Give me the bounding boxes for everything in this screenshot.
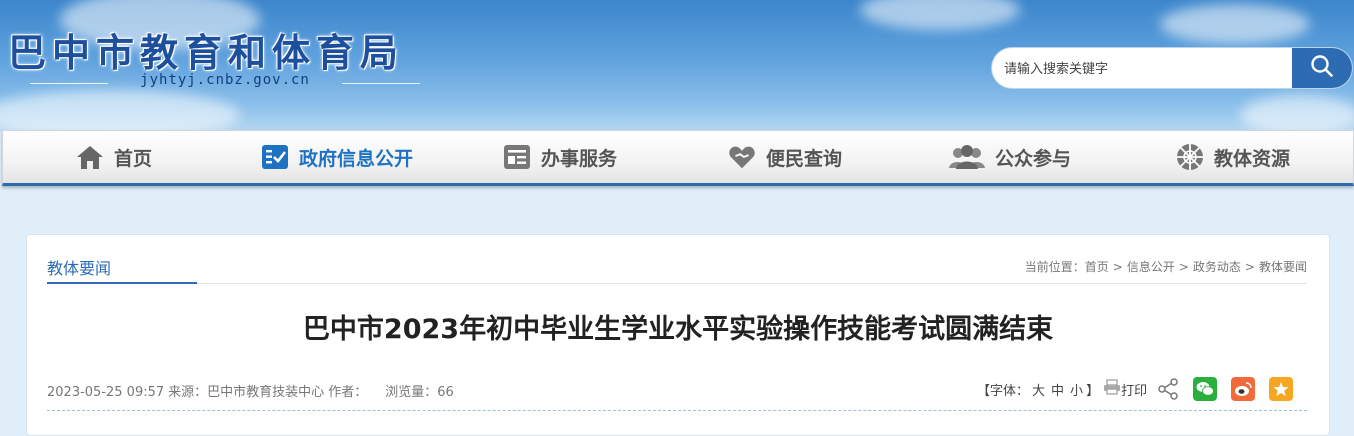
font-medium-button[interactable]: 中 [1051,380,1064,399]
breadcrumb: 当前位置：首页 > 信息公开 > 政务动态 > 教体要闻 [1025,258,1307,275]
author-label: 作者： [328,385,368,400]
font-size-label-close: 】 [1086,383,1100,399]
print-icon [1103,379,1121,399]
source-value: 巴中市教育技装中心 [207,385,325,400]
nav-item-participation[interactable]: 公众参与 [949,131,1071,183]
heart-icon [728,143,756,171]
nav-item-label: 便民查询 [766,147,843,170]
nav-item-services[interactable]: 办事服务 [503,131,617,183]
card-icon [503,143,531,171]
divider [30,83,108,84]
article-card: 教体要闻 当前位置：首页 > 信息公开 > 政务动态 > 教体要闻 巴中市2023年初中毕业… [26,234,1330,436]
search-button[interactable] [1292,48,1352,88]
nav-item-label: 政府信息公开 [299,147,414,170]
breadcrumb-item-home[interactable]: 首页 [1085,260,1109,274]
print-label: 打印 [1121,383,1148,399]
source-label: 来源： [168,385,208,400]
print-button[interactable]: 打印 [1103,379,1147,399]
article-meta: 2023-05-25 09:57 来源：巴中市教育技装中心 作者： 浏览量：66 [47,381,458,400]
divider [342,83,420,84]
breadcrumb-item-news[interactable]: 政务动态 [1193,260,1241,274]
domain-row: jyhtyj.cnbz.gov.cn [30,72,420,92]
nav-item-label: 教体资源 [1214,147,1291,170]
cloud-decoration [0,90,240,132]
section-underline [47,282,197,284]
search-icon [1310,54,1334,82]
cloud-decoration [1240,95,1354,132]
search-input[interactable] [1002,56,1266,82]
nav-item-label: 办事服务 [541,147,618,170]
font-small-button[interactable]: 小 [1070,380,1083,399]
nav-item-resources[interactable]: 教体资源 [1176,131,1290,183]
breadcrumb-prefix: 当前位置： [1024,260,1085,274]
nav-item-gov-info[interactable]: 政府信息公开 [261,131,413,183]
divider [47,283,1307,284]
font-size-label: 【字体： [977,383,1030,399]
nav-item-label: 公众参与 [995,147,1072,170]
article-title: 巴中市2023年初中毕业生学业水平实验操作技能考试圆满结束 [302,314,1054,345]
divider [47,410,1307,411]
font-large-button[interactable]: 大 [1032,380,1045,399]
ball-icon [1176,143,1204,171]
breadcrumb-item-current[interactable]: 教体要闻 [1259,260,1307,274]
section-label[interactable]: 教体要闻 [47,255,111,279]
breadcrumb-separator: > [1244,260,1255,274]
views-count: 66 [437,385,454,400]
share-icon[interactable] [1157,378,1179,400]
site-title[interactable]: 巴中市教育和体育局 [8,22,404,77]
cloud-decoration [860,0,1020,30]
checklist-icon [261,143,289,171]
cloud-decoration [1160,4,1310,44]
views-label: 浏览量： [385,385,438,400]
article-tools: 【字体： 大 中 小 】 打印 [977,375,1294,403]
search-box [992,48,1352,88]
main-nav: 首页 政府信息公开 办事服务 便民查询 公众参与 教体资源 [2,130,1354,186]
users-icon [949,143,985,171]
breadcrumb-separator: > [1112,260,1123,274]
weibo-icon[interactable] [1231,377,1256,401]
publish-date: 2023-05-25 09:57 [47,385,165,400]
site-domain: jyhtyj.cnbz.gov.cn [140,72,310,88]
breadcrumb-separator: > [1178,260,1189,274]
nav-item-label: 首页 [114,147,153,170]
breadcrumb-item-info[interactable]: 信息公开 [1127,260,1175,274]
nav-item-public-query[interactable]: 便民查询 [728,131,842,183]
home-icon [76,143,104,171]
site-header: 巴中市教育和体育局 jyhtyj.cnbz.gov.cn [0,0,1354,132]
favorite-icon[interactable] [1269,377,1294,401]
nav-item-home[interactable]: 首页 [76,131,152,183]
wechat-icon[interactable] [1193,377,1218,401]
